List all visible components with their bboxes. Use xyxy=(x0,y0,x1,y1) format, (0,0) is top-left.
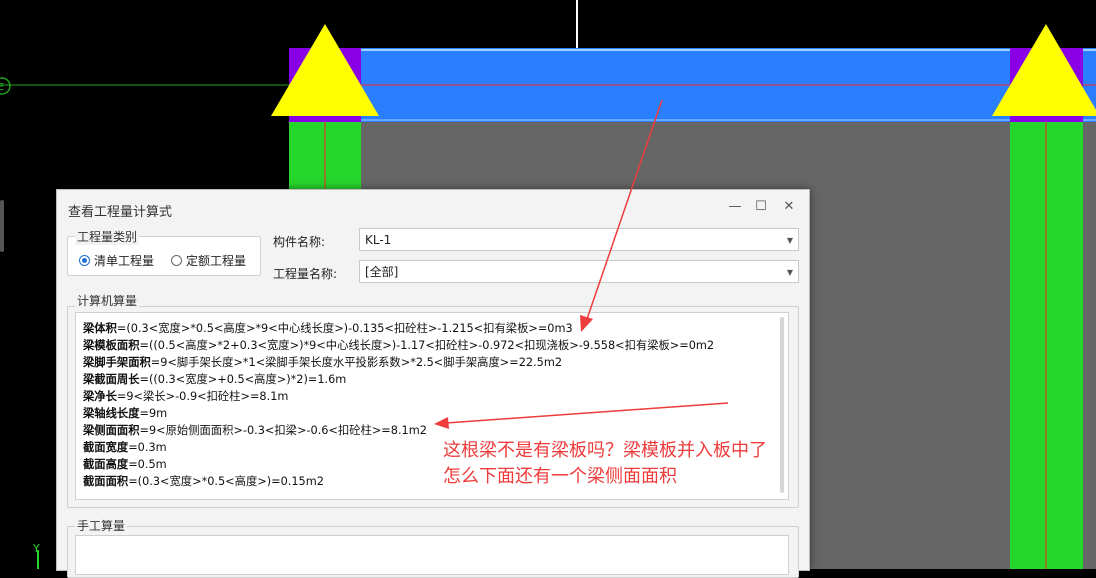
annotation-arrow-2 xyxy=(445,402,729,424)
annotation-text-line2: 怎么下面还有一个梁侧面面积 xyxy=(443,466,677,487)
annotation-arrowhead-1 xyxy=(580,315,593,332)
annotation-text-line1: 这根梁不是有梁板吗？梁模板并入板中了 xyxy=(443,440,767,461)
annotation-arrow-1 xyxy=(585,99,663,323)
annotation-arrowhead-2 xyxy=(434,417,449,429)
